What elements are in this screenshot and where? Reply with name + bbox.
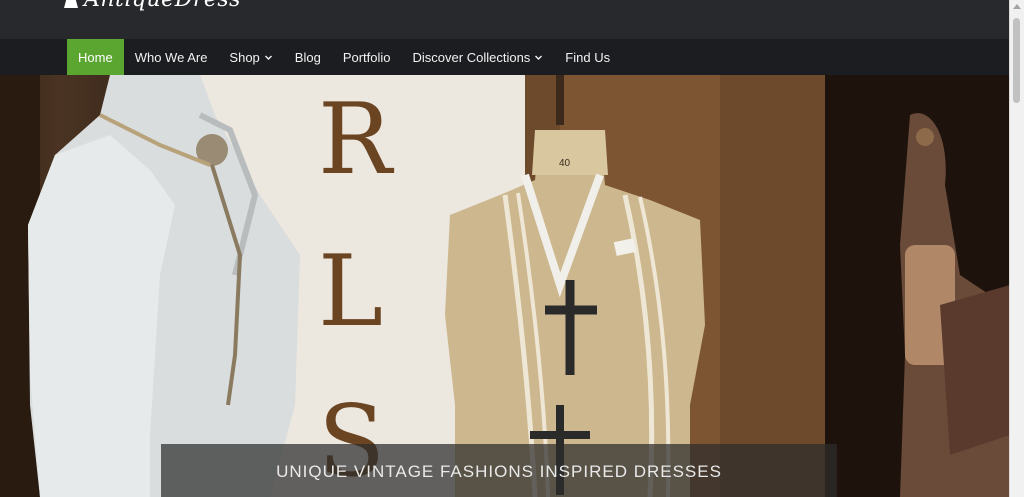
nav-item-discover-collections[interactable]: Discover Collections: [402, 39, 555, 75]
scroll-thumb[interactable]: [1013, 18, 1020, 103]
dress-logo-icon: [64, 0, 78, 10]
nav-item-portfolio[interactable]: Portfolio: [332, 39, 402, 75]
nav-item-label: Find Us: [565, 49, 611, 65]
nav-item-label: Shop: [229, 49, 260, 65]
hero-slider: R L S 40 UNIQUE VINTAGE FASHIONS INSPIRE…: [0, 75, 1010, 497]
nav-menu: Home Who We Are Shop Blog Portfolio Disc…: [67, 39, 621, 75]
nav-item-label: Who We Are: [134, 49, 208, 65]
window-letter: L: [318, 235, 383, 349]
logo-text: AntiqueDress: [84, 0, 241, 12]
window-letter: R: [318, 83, 395, 197]
nav-item-who-we-are[interactable]: Who We Are: [124, 39, 219, 75]
page-scrollbar[interactable]: [1009, 0, 1024, 497]
site-logo[interactable]: AntiqueDress: [64, 0, 241, 12]
hero-caption: UNIQUE VINTAGE FASHIONS INSPIRED DRESSES: [276, 461, 722, 481]
nav-item-label: Portfolio: [342, 49, 391, 65]
mannequin-size-tag: 40: [559, 158, 571, 169]
site-header: AntiqueDress: [0, 0, 1010, 39]
nav-item-shop[interactable]: Shop: [218, 39, 283, 75]
nav-item-label: Discover Collections: [412, 49, 531, 65]
nav-item-home[interactable]: Home: [67, 39, 124, 75]
main-navigation: Home Who We Are Shop Blog Portfolio Disc…: [0, 39, 1010, 75]
nav-item-find-us[interactable]: Find Us: [554, 39, 621, 75]
hero-caption-bar: UNIQUE VINTAGE FASHIONS INSPIRED DRESSES: [161, 444, 837, 497]
nav-item-label: Blog: [294, 49, 321, 65]
scroll-up-arrow-icon[interactable]: [1013, 4, 1021, 9]
chevron-down-icon: [534, 53, 543, 62]
nav-item-label: Home: [78, 49, 113, 65]
hero-image: R L S 40: [0, 75, 1010, 497]
nav-item-blog[interactable]: Blog: [284, 39, 332, 75]
chevron-down-icon: [264, 53, 273, 62]
